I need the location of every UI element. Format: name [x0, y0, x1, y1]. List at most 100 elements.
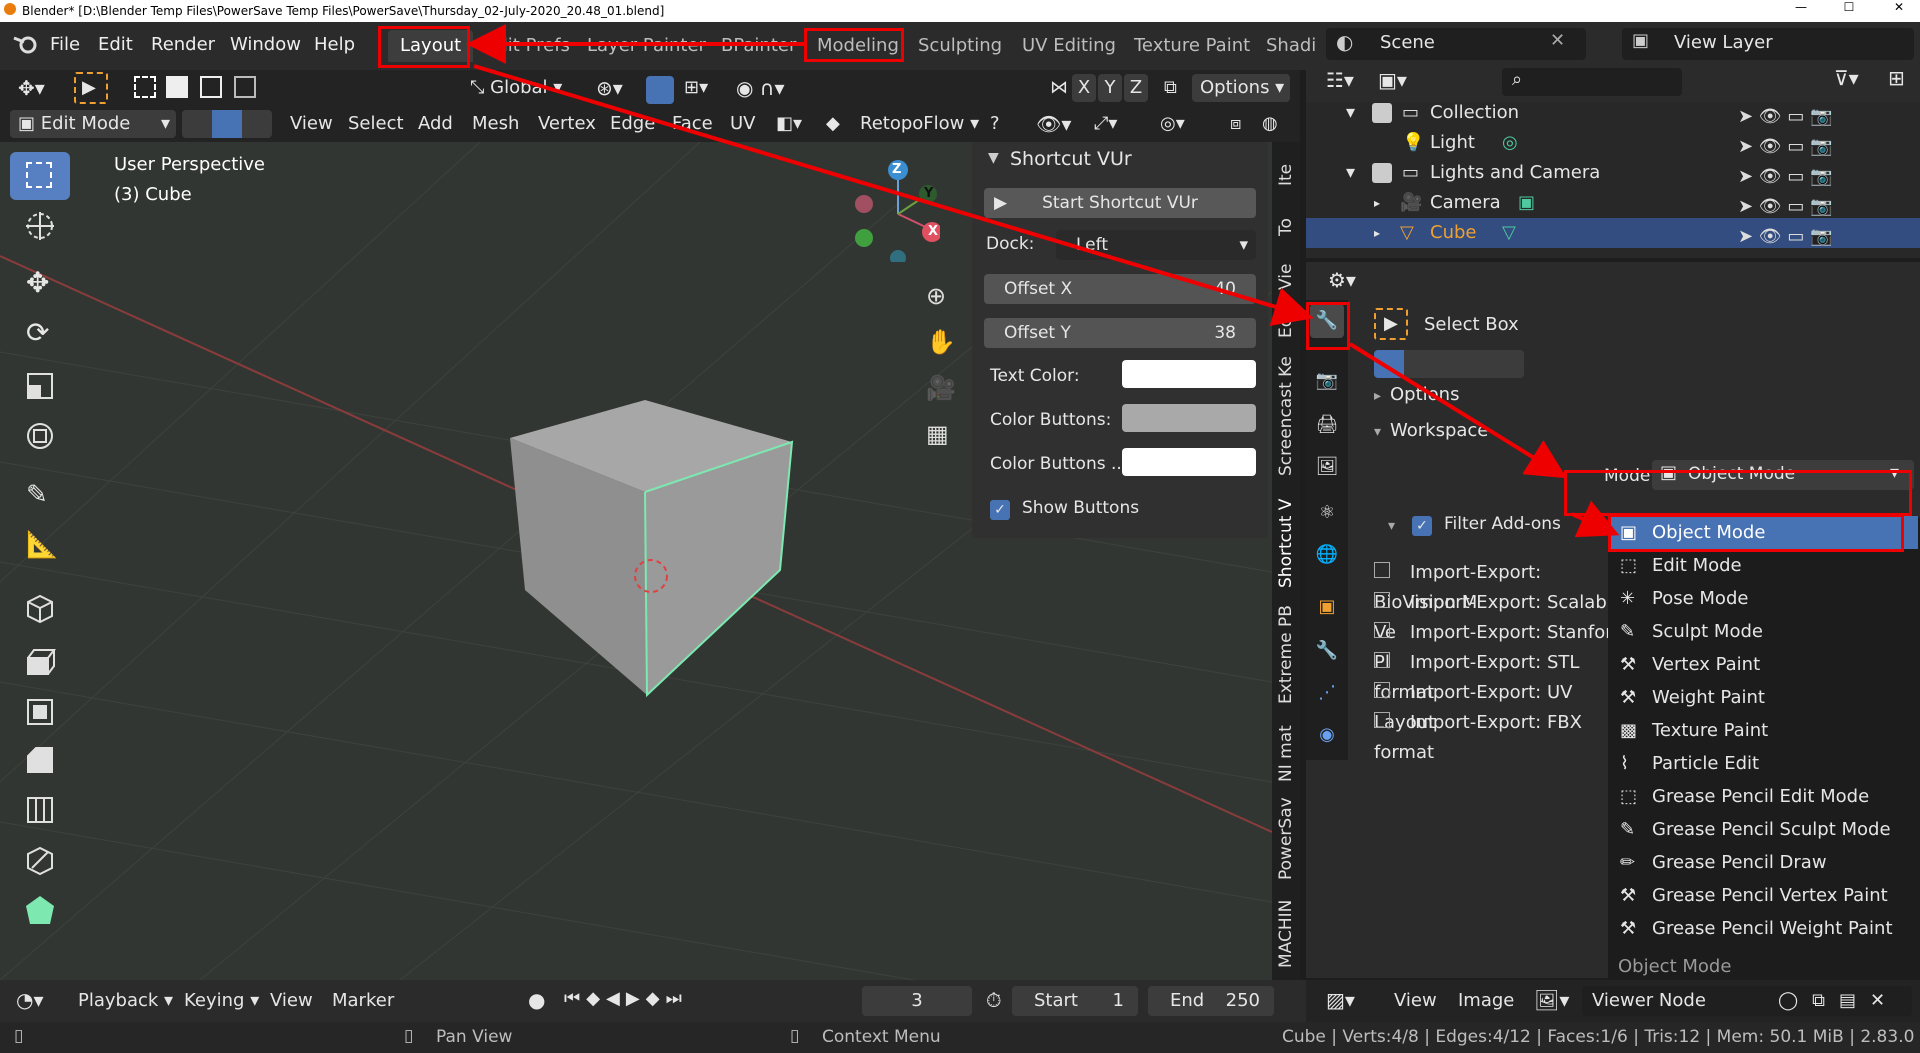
proportional-edit-icon[interactable]: ◉ ∩▾: [728, 74, 793, 102]
end-frame-field[interactable]: End 250: [1148, 986, 1274, 1016]
timeline-view-menu[interactable]: View: [262, 987, 321, 1015]
color-buttons2-swatch[interactable]: [1122, 448, 1256, 476]
select-box-tool-icon[interactable]: [10, 152, 70, 200]
cursor-tool-icon[interactable]: [10, 202, 70, 250]
color-buttons-swatch[interactable]: [1122, 404, 1256, 432]
view-layer-selector[interactable]: ▣ View Layer: [1622, 28, 1914, 60]
dropdown-item-pose-mode[interactable]: ✳ Pose Mode: [1608, 582, 1918, 615]
header-menu-add[interactable]: Add: [410, 110, 461, 138]
viewer-node-selector[interactable]: Viewer Node ◯⧉▤✕: [1582, 986, 1912, 1016]
pan-hand-icon[interactable]: ✋: [926, 328, 956, 356]
side-tab-edit[interactable]: Edi: [1276, 312, 1296, 338]
side-tab-powersave[interactable]: PowerSav: [1276, 797, 1296, 880]
image-action-icons[interactable]: ◯⧉▤✕: [1778, 986, 1899, 1016]
add-cube-tool-icon[interactable]: [10, 584, 70, 632]
mesh-select-mode[interactable]: [182, 110, 272, 138]
select-subtract-icon[interactable]: [200, 76, 222, 98]
select-set-icon[interactable]: [1374, 350, 1404, 378]
face-select-icon[interactable]: [242, 110, 272, 138]
current-frame-field[interactable]: 3: [862, 986, 972, 1016]
image-editor-icon[interactable]: ▨▾: [1326, 988, 1355, 1012]
scene-tab-icon[interactable]: ⚛: [1310, 496, 1344, 530]
menu-edit[interactable]: Edit: [98, 30, 133, 60]
visibility-icon[interactable]: 👁▾: [1028, 110, 1079, 138]
header-menu-vertex[interactable]: Vertex: [530, 110, 604, 138]
zoom-icon[interactable]: ⊕: [926, 282, 946, 310]
render-tab-icon[interactable]: 📷: [1310, 364, 1344, 398]
dropdown-item-edit-mode[interactable]: ⬚ Edit Mode: [1608, 549, 1918, 582]
blender-menu-icon[interactable]: [12, 32, 40, 56]
dropdown-item-particle-edit[interactable]: ⌇ Particle Edit: [1608, 747, 1918, 780]
dropdown-item-gp-weight-paint[interactable]: ⚒ Grease Pencil Weight Paint: [1608, 912, 1918, 945]
side-tab-shortcut-vur[interactable]: Shortcut V: [1276, 499, 1296, 588]
dropdown-item-sculpt-mode[interactable]: ✎ Sculpt Mode: [1608, 615, 1918, 648]
selection-mode-icons[interactable]: [130, 74, 274, 102]
annotate-tool-icon[interactable]: ✎: [10, 474, 70, 522]
header-menu-select[interactable]: Select: [340, 110, 412, 138]
tab-sculpting[interactable]: Sculpting: [906, 30, 1014, 62]
side-tab-tool[interactable]: To: [1276, 218, 1296, 236]
rotate-tool-icon[interactable]: ⟳: [10, 310, 70, 358]
show-buttons-checkbox[interactable]: ✓: [990, 500, 1010, 520]
wireframe-shading-icon[interactable]: ◍: [1254, 110, 1286, 138]
header-menu-mesh[interactable]: Mesh: [464, 110, 527, 138]
snap-icon[interactable]: [646, 76, 674, 104]
maximize-icon[interactable]: ☐: [1834, 0, 1864, 14]
restrict-icons[interactable]: ➤ 👁 ▭ 📷 ➤ 👁 ▭ 📷 ➤ 👁 ▭ 📷 ➤ 👁 ▭ 📷 ➤ 👁 ▭ 📷: [1738, 102, 1833, 252]
header-menu-uv[interactable]: UV: [722, 110, 764, 138]
offset-y-field[interactable]: Offset Y 38: [984, 318, 1256, 348]
overlay-icon[interactable]: ◎▾: [1152, 110, 1193, 138]
header-menu-view[interactable]: View: [282, 110, 341, 138]
pivot-icon[interactable]: ⊛▾: [588, 74, 631, 102]
scene-selector[interactable]: ◐ Scene ✕: [1326, 28, 1586, 60]
display-mode-icon[interactable]: ▣▾: [1378, 68, 1407, 92]
close-icon[interactable]: ✕: [1884, 0, 1914, 14]
dropdown-item-gp-edit-mode[interactable]: ⬚ Grease Pencil Edit Mode: [1608, 780, 1918, 813]
options-header[interactable]: Options: [1390, 384, 1459, 405]
dock-dropdown[interactable]: Left ▾: [1056, 230, 1256, 260]
dropdown-item-texture-paint[interactable]: ▩ Texture Paint: [1608, 714, 1918, 747]
object-tab-icon[interactable]: ▣: [1310, 590, 1344, 624]
workspace-expand-icon[interactable]: ▾: [1374, 424, 1381, 440]
view-layer-tab-icon[interactable]: 🖼: [1310, 450, 1344, 484]
addon-item[interactable]: Import-Export: FBX format: [1374, 708, 1628, 768]
select-extend-icon[interactable]: [166, 76, 188, 98]
text-color-swatch[interactable]: [1122, 360, 1256, 388]
tab-bpainter[interactable]: BPainter: [709, 30, 808, 62]
select-set-icon[interactable]: [134, 76, 156, 98]
menu-window[interactable]: Window: [230, 30, 301, 60]
vertex-select-icon[interactable]: [182, 110, 212, 138]
tab-edit-prefs[interactable]: Edit Prefs: [473, 30, 582, 62]
header-menu-face[interactable]: Face: [664, 110, 721, 138]
scale-tool-icon[interactable]: [10, 362, 70, 410]
dropdown-item-weight-paint[interactable]: ⚒ Weight Paint: [1608, 681, 1918, 714]
image-menu[interactable]: Image: [1450, 987, 1522, 1015]
help-icon[interactable]: ?: [982, 110, 1008, 138]
inset-tool-icon[interactable]: [10, 688, 70, 736]
workspace-header[interactable]: Workspace: [1390, 420, 1488, 441]
dropdown-item-gp-sculpt-mode[interactable]: ✎ Grease Pencil Sculpt Mode: [1608, 813, 1918, 846]
select-mode-buttons[interactable]: [1374, 350, 1524, 378]
select-intersect-icon[interactable]: [234, 76, 256, 98]
stopwatch-icon[interactable]: ⏱: [986, 988, 1002, 1012]
snap-target-icon[interactable]: ⊞▾: [676, 74, 716, 102]
tab-texture-paint[interactable]: Texture Paint: [1122, 30, 1262, 62]
tab-uv-editing[interactable]: UV Editing: [1010, 30, 1128, 62]
axis-z-toggle[interactable]: Z: [1124, 74, 1148, 102]
playback-menu[interactable]: Playback ▾: [70, 987, 181, 1015]
playback-controls-icon[interactable]: ⏮◆◀▶◆⏭: [564, 988, 688, 1009]
outliner-editor-icon[interactable]: ☷▾: [1326, 68, 1354, 92]
image-view-menu[interactable]: View: [1386, 987, 1445, 1015]
transform-tool-icon[interactable]: [10, 412, 70, 460]
uv-sync-icon[interactable]: ◧▾: [768, 110, 810, 138]
collection-checkbox[interactable]: [1372, 103, 1392, 123]
menu-help[interactable]: Help: [314, 30, 355, 60]
transform-orientation-dropdown[interactable]: ⤡ Global ▾: [462, 74, 570, 102]
dropdown-item-gp-draw[interactable]: ✏ Grease Pencil Draw: [1608, 846, 1918, 879]
edge-select-icon[interactable]: [212, 110, 242, 138]
dropdown-item-vertex-paint[interactable]: ⚒ Vertex Paint: [1608, 648, 1918, 681]
marker-menu[interactable]: Marker: [324, 987, 402, 1015]
side-tab-view[interactable]: Vie: [1276, 264, 1296, 290]
expand-icon[interactable]: ▸: [1374, 218, 1380, 248]
mode-selector[interactable]: ▣ Edit Mode ▾: [10, 110, 176, 138]
